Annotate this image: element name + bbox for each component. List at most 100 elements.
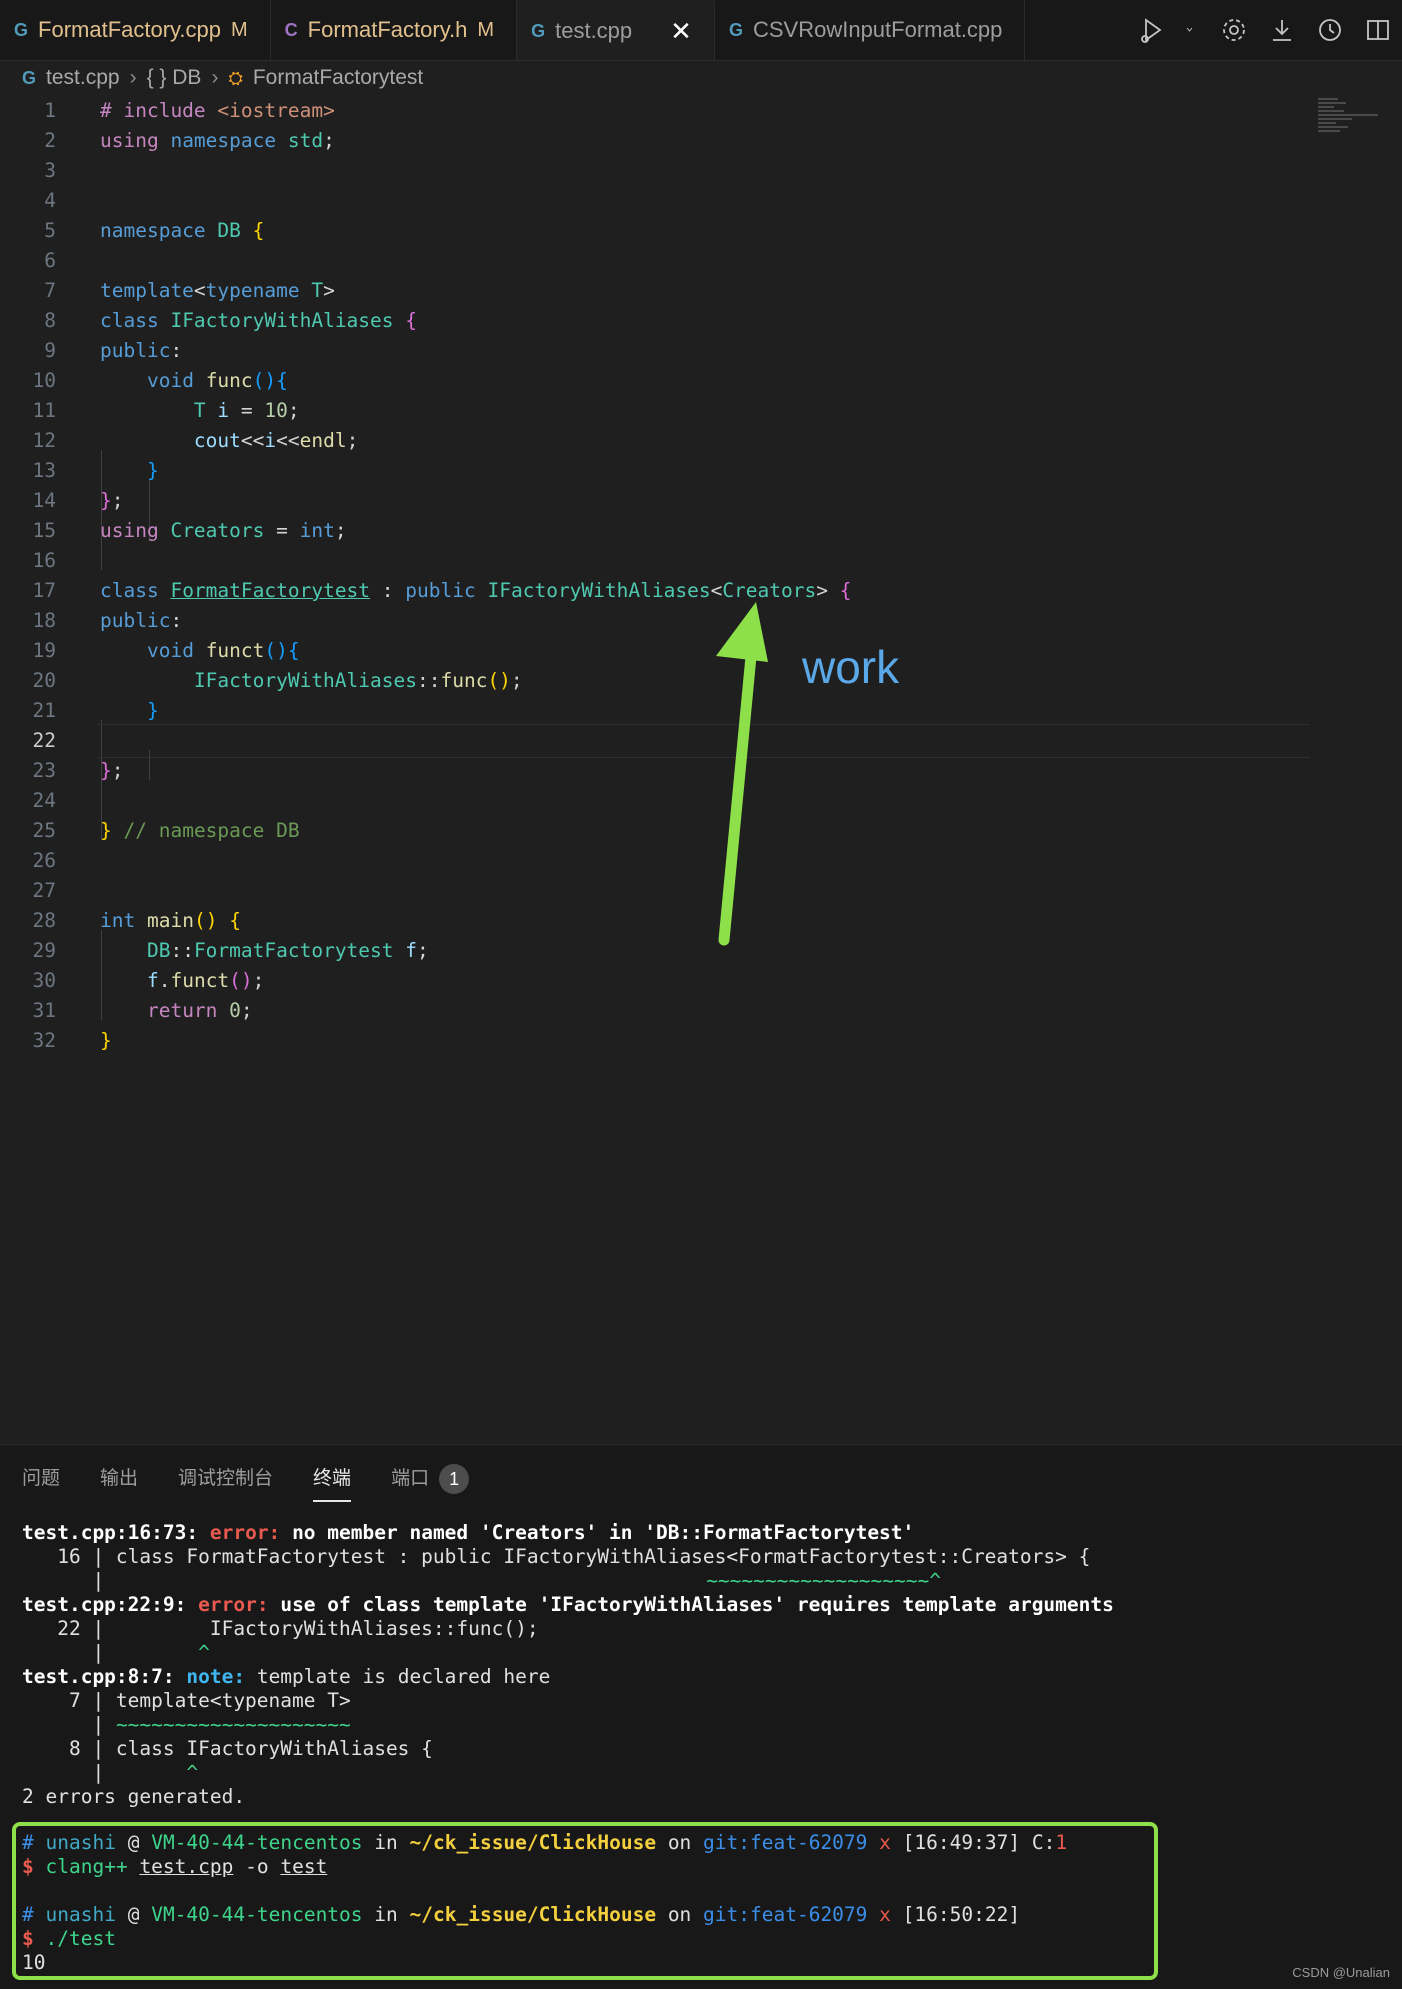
breadcrumb: G test.cpp › { } DB › ⛭ FormatFactorytes… bbox=[22, 62, 423, 94]
diag-message: no member named 'Creators' in 'DB::Forma… bbox=[292, 1521, 915, 1544]
diag-kind: error: bbox=[209, 1521, 281, 1544]
terminal-line: | ~~~~~~~~~~~~~~~~~~~^ bbox=[22, 1569, 1382, 1593]
tab-problems[interactable]: 问题 bbox=[22, 1463, 60, 1502]
header-file-icon: C bbox=[284, 19, 298, 40]
gear-icon[interactable] bbox=[1220, 16, 1248, 44]
diag-location: test.cpp:16:73: bbox=[22, 1521, 199, 1544]
minimap[interactable] bbox=[1318, 96, 1388, 166]
code-line: 1 # include <iostream> bbox=[44, 99, 335, 122]
code-editor[interactable]: 1 # include <iostream> 2 using namespace s… bbox=[0, 96, 1310, 1056]
tab-ports-label: 端口 bbox=[391, 1468, 430, 1489]
code-line: 5 namespace DB { bbox=[44, 219, 265, 242]
diag-gutter: | bbox=[22, 1713, 105, 1736]
code-line: 29 DB::FormatFactorytest f; bbox=[32, 939, 429, 962]
code-line: 9 public: bbox=[44, 339, 183, 362]
code-line: 10 void func(){ bbox=[32, 369, 288, 392]
code-line: 13 } bbox=[32, 459, 159, 482]
diag-location: test.cpp:8:7: bbox=[22, 1665, 175, 1688]
terminal-line: | ^ bbox=[22, 1761, 1382, 1785]
tab-terminal[interactable]: 终端 bbox=[313, 1463, 352, 1502]
code-line: 30 f.funct(); bbox=[32, 969, 265, 992]
run-debug-icon[interactable] bbox=[1138, 16, 1166, 44]
diag-message: use of class template 'IFactoryWithAlias… bbox=[280, 1593, 1114, 1616]
diag-marker: ^ bbox=[104, 1641, 210, 1664]
chevron-down-icon[interactable] bbox=[1186, 16, 1200, 44]
code-line: 20 IFactoryWithAliases::func(); bbox=[32, 669, 523, 692]
terminal-line: 22 | IFactoryWithAliases::func(); bbox=[22, 1617, 539, 1640]
tab-ports[interactable]: 端口 1 bbox=[391, 1463, 470, 1502]
code-line: 4 bbox=[44, 189, 56, 212]
annotation-label: work bbox=[802, 641, 900, 693]
diag-gutter: | bbox=[22, 1761, 105, 1784]
code-line: 19 void funct(){ bbox=[32, 639, 300, 662]
diag-location: test.cpp:22:9: bbox=[22, 1593, 187, 1616]
code-line: 27 bbox=[32, 879, 56, 902]
terminal-line: 8 | class IFactoryWithAliases { bbox=[22, 1737, 433, 1760]
diag-marker: ^ bbox=[115, 1761, 199, 1784]
editor-actions bbox=[1124, 0, 1402, 60]
tab-test-cpp[interactable]: G test.cpp ✕ bbox=[517, 0, 715, 60]
class-symbol-icon: ⛭ bbox=[228, 67, 243, 88]
code-line: 25} // namespace DB bbox=[32, 819, 300, 842]
breadcrumb-class[interactable]: FormatFactorytest bbox=[253, 66, 423, 90]
code-line: 32} bbox=[32, 1029, 112, 1052]
terminal-line: 7 | template<typename T> bbox=[22, 1689, 351, 1712]
terminal-line: test.cpp:8:7: note: template is declared… bbox=[22, 1665, 1382, 1689]
cpp-file-icon: G bbox=[728, 19, 743, 40]
annotation-arrow-icon bbox=[716, 602, 768, 946]
code-line: 2 using namespace std; bbox=[44, 129, 335, 152]
modified-indicator: M bbox=[477, 18, 495, 41]
breadcrumb-namespace[interactable]: { } DB bbox=[147, 66, 202, 90]
terminal-line: 2 errors generated. bbox=[22, 1785, 246, 1808]
history-icon[interactable] bbox=[1316, 16, 1344, 44]
code-line-current: 22 bbox=[0, 724, 1310, 758]
terminal-line: test.cpp:22:9: error: use of class templ… bbox=[22, 1593, 1382, 1617]
breadcrumb-file[interactable]: test.cpp bbox=[46, 66, 120, 90]
highlight-box bbox=[12, 1822, 1158, 1980]
terminal-line: test.cpp:16:73: error: no member named '… bbox=[22, 1521, 1382, 1545]
diag-marker: ~~~~~~~~~~~~~~~~~~~^ bbox=[706, 1569, 941, 1592]
code-line: 14}; bbox=[32, 489, 124, 512]
cpp-file-icon: G bbox=[14, 19, 29, 40]
code-line: 8 class IFactoryWithAliases { bbox=[44, 309, 418, 332]
line-number: 22 bbox=[32, 729, 56, 752]
ports-badge: 1 bbox=[439, 1463, 470, 1494]
code-line: 18 public: bbox=[32, 609, 183, 632]
code-line: 15 using Creators = int; bbox=[32, 519, 347, 542]
diag-marker: ~~~~~~~~~~~~~~~~~~~~ bbox=[115, 1713, 351, 1736]
code-line: 17 class FormatFactorytest : public IFact… bbox=[32, 579, 852, 602]
terminal-line: | ^ bbox=[22, 1641, 1382, 1665]
tab-label: FormatFactory.h bbox=[307, 17, 468, 42]
diag-message: template is declared here bbox=[256, 1665, 551, 1688]
cpp-file-icon: G bbox=[22, 67, 37, 88]
tab-formatfactory-cpp[interactable]: G FormatFactory.cpp M bbox=[0, 0, 271, 60]
code-line: 6 bbox=[44, 249, 56, 272]
code-line: 23}; bbox=[32, 759, 124, 782]
tab-label: test.cpp bbox=[555, 18, 633, 43]
panel-tabs: 问题 输出 调试控制台 终端 端口 1 bbox=[22, 1463, 470, 1502]
code-line: 28 int main() { bbox=[32, 909, 241, 932]
diag-kind: error: bbox=[198, 1593, 269, 1616]
watermark: CSDN @Unalian bbox=[1292, 1965, 1390, 1980]
tab-output[interactable]: 输出 bbox=[100, 1463, 138, 1502]
close-icon[interactable]: ✕ bbox=[670, 16, 692, 47]
tab-debug-console[interactable]: 调试控制台 bbox=[178, 1463, 273, 1502]
diag-gutter: | bbox=[22, 1569, 105, 1592]
chevron-right-icon: › bbox=[211, 66, 219, 89]
code-line: 7 template<typename T> bbox=[44, 279, 335, 302]
cpp-file-icon: G bbox=[531, 20, 546, 41]
tab-csvrowinputformat-cpp[interactable]: G CSVRowInputFormat.cpp bbox=[715, 0, 1026, 60]
diag-kind: note: bbox=[186, 1665, 246, 1688]
code-line: 3 bbox=[44, 159, 56, 182]
code-line: 16 bbox=[32, 549, 56, 572]
download-icon[interactable] bbox=[1268, 16, 1296, 44]
modified-indicator: M bbox=[231, 18, 248, 41]
terminal-line: | ~~~~~~~~~~~~~~~~~~~~ bbox=[22, 1713, 1382, 1737]
code-line: 11 T i = 10; bbox=[32, 399, 300, 422]
chevron-right-icon: › bbox=[129, 66, 137, 89]
code-line: 24 bbox=[32, 789, 56, 812]
code-line: 21 } bbox=[32, 699, 159, 722]
editor-tab-bar: G FormatFactory.cpp M C FormatFactory.h … bbox=[0, 0, 1402, 61]
tab-formatfactory-h[interactable]: C FormatFactory.h M bbox=[271, 0, 518, 60]
split-editor-icon[interactable] bbox=[1364, 16, 1392, 44]
